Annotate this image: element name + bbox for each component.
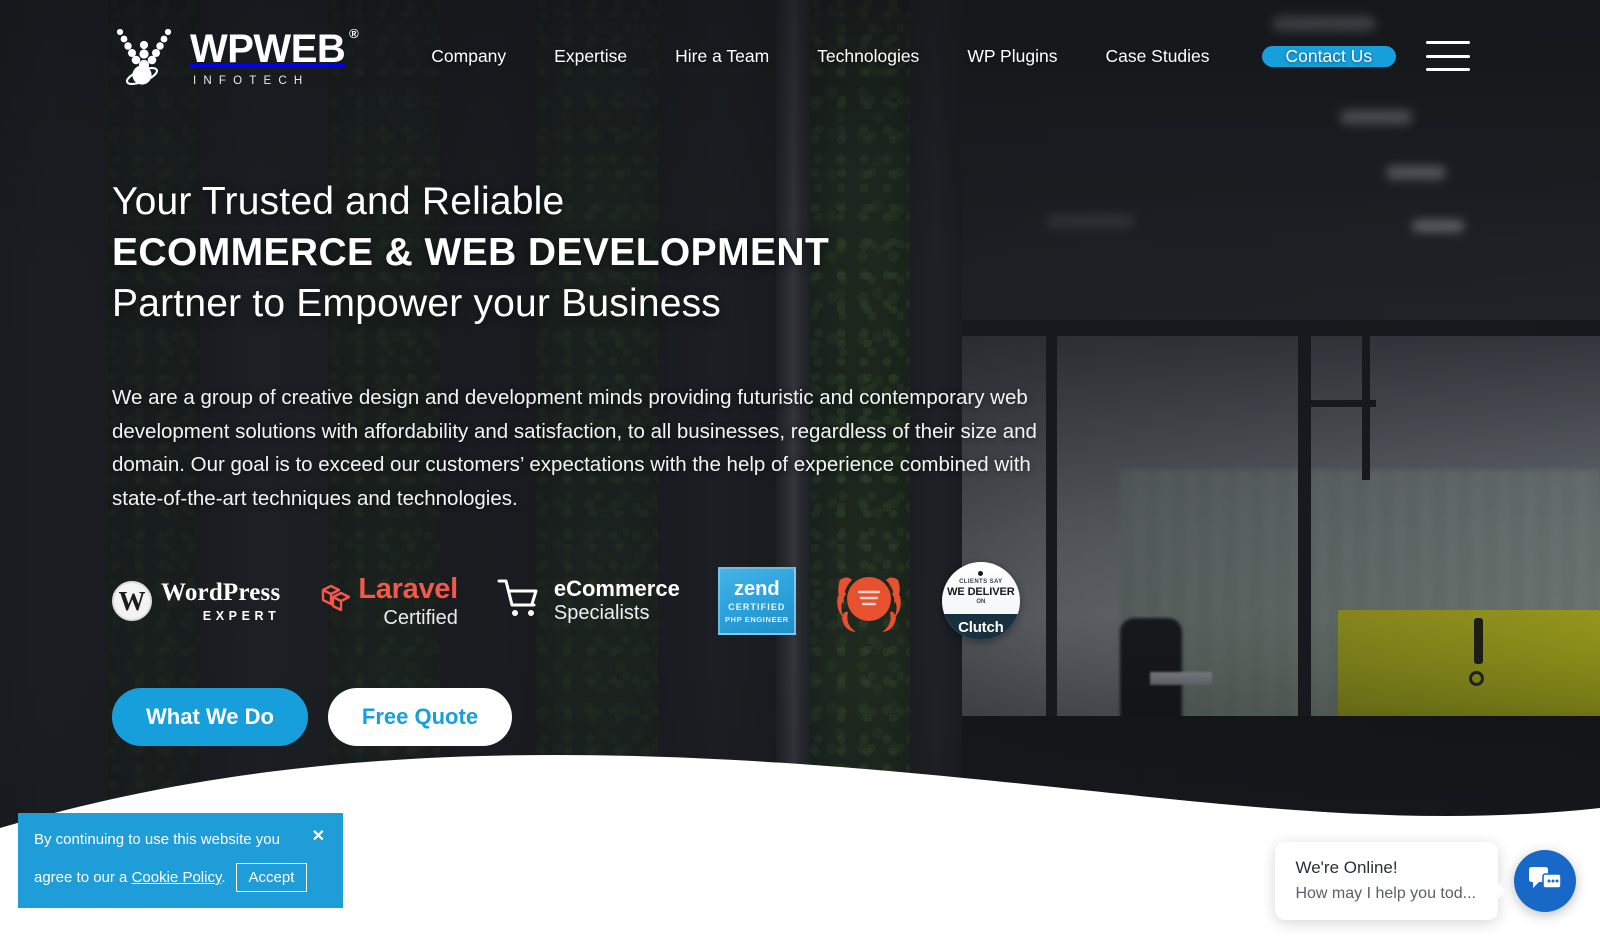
ecommerce-sublabel: Specialists — [553, 602, 650, 625]
site-header: WPWEB ® INFOTECH Company Expertise Hire a… — [0, 0, 1600, 112]
registered-mark: ® — [349, 25, 359, 41]
cookie-text-line-1: By continuing to use this website you — [34, 831, 280, 848]
clutch-brand-label: Clutch — [958, 618, 1004, 636]
cookie-row-top: By continuing to use this website you ✕ — [34, 829, 325, 850]
hero-paragraph: We are a group of creative design and de… — [112, 386, 1037, 510]
wordpress-label: WordPress — [161, 578, 281, 606]
badge-laravel-certified: Laravel Certified — [320, 572, 458, 629]
brand-tagline: INFOTECH — [193, 74, 310, 87]
what-we-do-button[interactable]: What We Do — [112, 688, 308, 746]
wordpress-icon: W — [112, 581, 152, 621]
nav-item-expertise[interactable]: Expertise — [530, 46, 651, 67]
chat-bubbles-icon — [1528, 864, 1562, 899]
ecommerce-label: eCommerce — [553, 576, 680, 602]
shopping-cart-icon — [496, 577, 542, 624]
badge-ecommerce-specialists: eCommerce Specialists — [496, 576, 680, 626]
live-chat-widget: We're Online! How may I help you tod... — [1275, 842, 1576, 920]
wpweb-orbit-logo-icon — [112, 23, 176, 89]
badge-clutch: CLIENTS SAY WE DELIVER ON Clutch — [941, 562, 1020, 640]
clutch-dot-icon — [978, 571, 984, 576]
hero-heading-line-2: ECOMMERCE & WEB DEVELOPMENT — [112, 231, 830, 274]
certification-badges: W WordPress EXPERT Laravel Certified eCo… — [112, 562, 1112, 640]
chat-message-bubble[interactable]: We're Online! How may I help you tod... — [1275, 842, 1506, 920]
cookie-row-bottom: agree to our a Cookie Policy. Accept — [34, 863, 325, 892]
nav-item-technologies[interactable]: Technologies — [793, 46, 943, 67]
hero-cta-row: What We Do Free Quote — [112, 688, 1112, 746]
wordpress-sublabel: EXPERT — [202, 608, 281, 623]
clutch-we-deliver-label: WE DELIVER — [947, 586, 1015, 598]
free-quote-button[interactable]: Free Quote — [327, 688, 513, 746]
badge-award-laurel — [832, 566, 906, 636]
hamburger-bar-2 — [1426, 54, 1471, 58]
laravel-icon — [320, 583, 351, 619]
contact-us-button[interactable]: Contact Us — [1261, 45, 1397, 67]
clutch-brand-bar: Clutch — [941, 614, 1020, 640]
chat-status-title: We're Online! — [1295, 858, 1398, 877]
cookie-text-line-2: agree to our a Cookie Policy. — [34, 867, 226, 888]
brand-name: WPWEB — [190, 26, 346, 71]
nav-item-wp-plugins[interactable]: WP Plugins — [943, 46, 1081, 67]
nav-item-case-studies[interactable]: Case Studies — [1081, 46, 1233, 67]
hero-heading-line-3: Partner to Empower your Business — [112, 282, 721, 325]
accept-cookies-button[interactable]: Accept — [235, 863, 308, 892]
clutch-on-label: ON — [976, 599, 986, 605]
hero-content: Your Trusted and Reliable ECOMMERCE & WE… — [112, 176, 1112, 746]
clutch-clients-say-label: CLIENTS SAY — [959, 579, 1003, 585]
cookie-text-prefix: agree to our a — [34, 869, 128, 886]
page-title: Your Trusted and Reliable ECOMMERCE & WE… — [112, 176, 1112, 329]
badge-zend-certified: zend CERTIFIED PHP ENGINEER — [717, 567, 796, 635]
nav-item-hire-a-team[interactable]: Hire a Team — [651, 46, 793, 67]
primary-navigation: Company Expertise Hire a Team Technologi… — [407, 41, 1471, 71]
zend-label: zend — [734, 577, 780, 600]
laravel-label: Laravel — [358, 572, 458, 605]
laravel-sublabel: Certified — [383, 606, 458, 629]
cookie-consent-banner: By continuing to use this website you ✕ … — [18, 813, 343, 908]
hamburger-bar-1 — [1426, 41, 1471, 44]
close-icon[interactable]: ✕ — [302, 829, 325, 845]
nav-item-company[interactable]: Company — [407, 46, 530, 67]
zend-engineer-label: PHP ENGINEER — [724, 614, 789, 624]
hamburger-bar-3 — [1426, 68, 1471, 71]
cookie-policy-link[interactable]: Cookie Policy — [132, 869, 222, 886]
chat-launcher-button[interactable] — [1514, 850, 1576, 912]
hero-heading-line-1: Your Trusted and Reliable — [112, 180, 565, 223]
cookie-text-period: . — [221, 869, 226, 886]
brand-logo[interactable]: WPWEB ® INFOTECH — [112, 23, 359, 89]
hamburger-menu-icon[interactable] — [1426, 41, 1471, 71]
badge-wordpress-expert: W WordPress EXPERT — [112, 580, 280, 623]
zend-certified-label: CERTIFIED — [728, 601, 786, 612]
chat-status-subtitle: How may I help you tod... — [1295, 885, 1476, 902]
award-laurel-icon — [832, 577, 906, 640]
